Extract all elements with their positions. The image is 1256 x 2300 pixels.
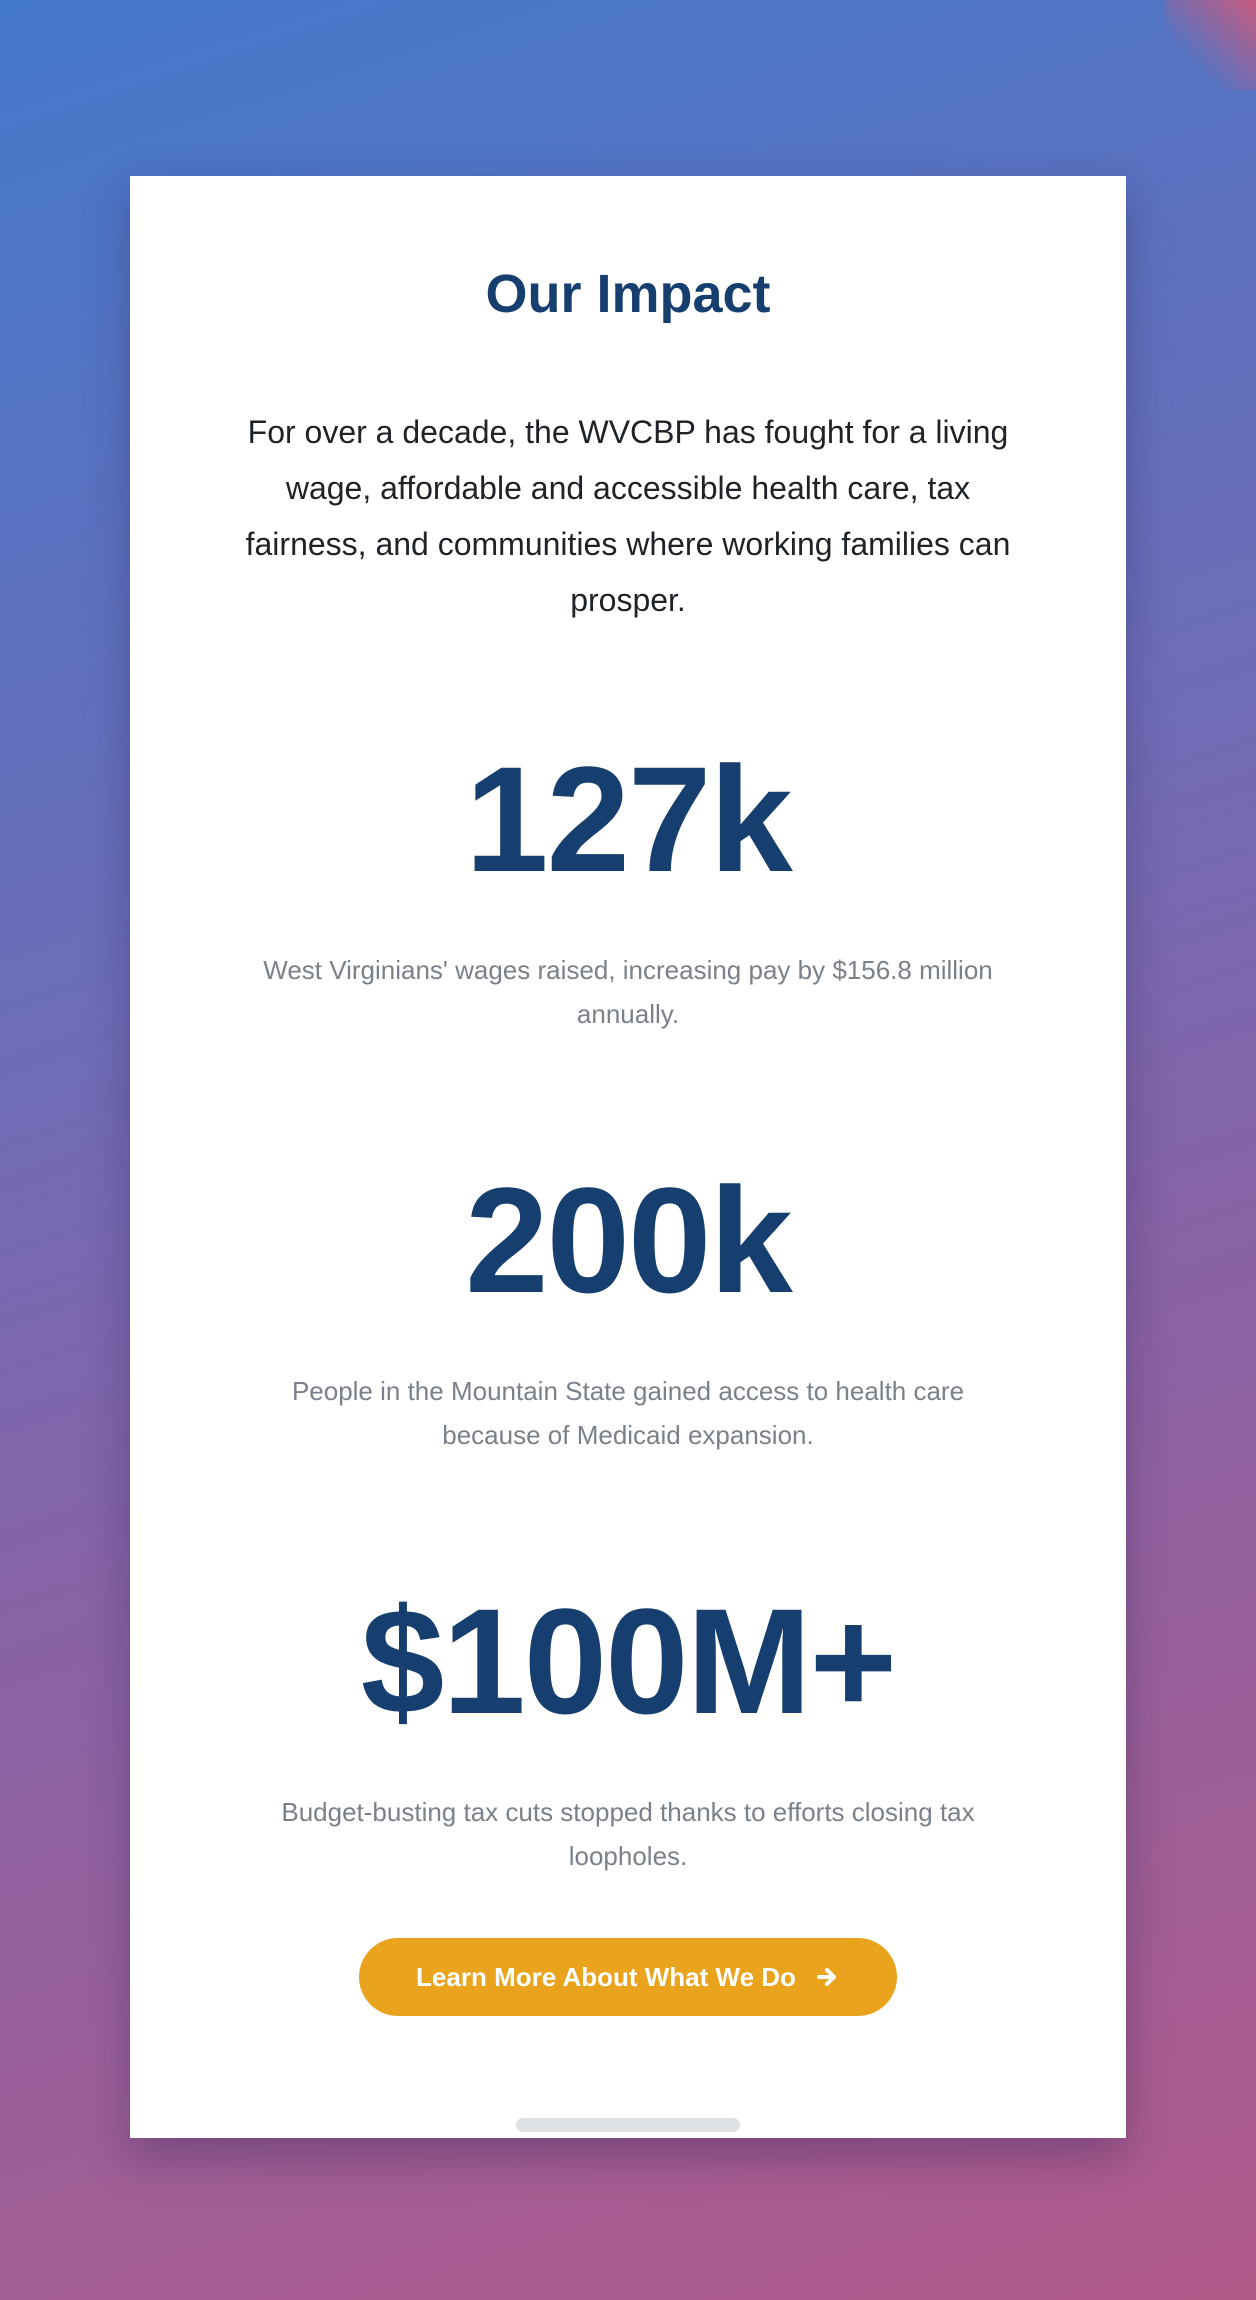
arrow-right-icon: [816, 1965, 840, 1989]
stat-value: $100M+: [360, 1577, 897, 1745]
section-title: Our Impact: [485, 264, 771, 324]
stat-block: $100M+ Budget-busting tax cuts stopped t…: [130, 1586, 1126, 1878]
stat-description: West Virginians' wages raised, increasin…: [263, 955, 993, 1029]
learn-more-label: Learn More About What We Do: [416, 1961, 796, 1992]
impact-card: Our Impact For over a decade, the WVCBP …: [130, 176, 1126, 2138]
stat-block: 200k People in the Mountain State gained…: [130, 1165, 1126, 1457]
stat-block: 127k West Virginians' wages raised, incr…: [130, 744, 1126, 1036]
stat-value: 127k: [465, 735, 793, 903]
stat-value: 200k: [465, 1156, 793, 1324]
scroll-indicator[interactable]: [516, 2118, 740, 2132]
learn-more-button[interactable]: Learn More About What We Do: [359, 1938, 897, 2016]
stat-description: Budget-busting tax cuts stopped thanks t…: [281, 1797, 975, 1871]
stat-description: People in the Mountain State gained acce…: [291, 1376, 965, 1450]
background-corner-accent: [1166, 0, 1256, 90]
intro-text: For over a decade, the WVCBP has fought …: [245, 414, 1011, 618]
